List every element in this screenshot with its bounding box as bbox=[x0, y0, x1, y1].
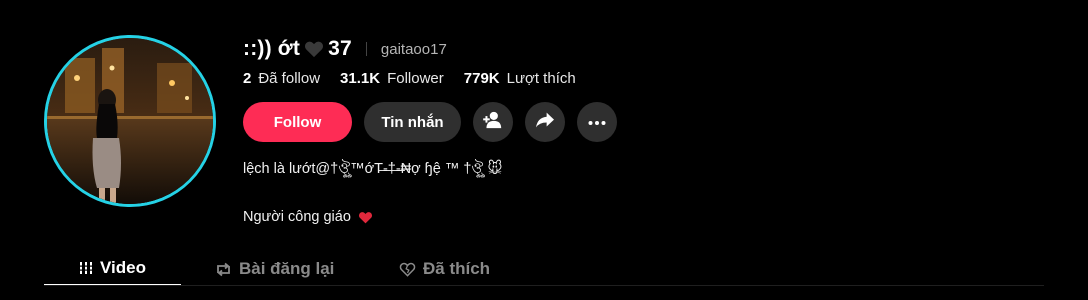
message-button[interactable]: Tin nhắn bbox=[364, 102, 461, 142]
followers-count: 31.1K bbox=[340, 70, 381, 87]
followers-stat[interactable]: 31.1K Follower bbox=[340, 70, 444, 87]
bio-line-2: Người công giáo bbox=[243, 209, 351, 225]
display-name: ::)) ớt bbox=[243, 37, 301, 60]
more-button[interactable] bbox=[577, 102, 617, 142]
repost-icon bbox=[215, 262, 232, 277]
display-name-suffix: 37 bbox=[328, 37, 352, 60]
share-button[interactable] bbox=[525, 102, 565, 142]
avatar-ring[interactable] bbox=[44, 35, 216, 207]
name-divider bbox=[365, 42, 367, 56]
tab-liked-label: Đã thích bbox=[423, 259, 491, 278]
bio-line-1: lệch là lướt@†ঔৣ™ớT̶-̶†̶-̶₦ợ ɧệ ™ †ঔৣ 🐭 bbox=[243, 161, 503, 177]
likes-count: 779K bbox=[463, 70, 500, 87]
stats-row: 2 Đã follow 31.1K Follower 779K Lượt thí… bbox=[243, 70, 629, 87]
suggest-account-button[interactable] bbox=[473, 102, 513, 142]
name-row: ::)) ớt 37 gaitaoo17 bbox=[243, 36, 629, 62]
tab-liked[interactable]: Đã thích bbox=[366, 252, 490, 286]
followers-label: Follower bbox=[387, 70, 444, 87]
tab-video-label: Video bbox=[100, 258, 146, 277]
follow-button[interactable]: Follow bbox=[243, 102, 352, 142]
share-arrow-icon bbox=[535, 111, 555, 134]
red-heart-icon bbox=[358, 211, 373, 224]
likes-stat: 779K Lượt thích bbox=[464, 70, 576, 87]
profile-tabs: Video Bài đăng lại Đã thích bbox=[44, 252, 490, 286]
tab-repost-label: Bài đăng lại bbox=[239, 259, 335, 278]
following-count: 2 bbox=[243, 70, 252, 87]
bio-line-2-row: Người công giáo bbox=[243, 209, 629, 225]
profile-page: ::)) ớt 37 gaitaoo17 2 Đã follow 31.1K F… bbox=[0, 0, 1088, 300]
heart-outline-icon bbox=[399, 262, 416, 277]
tab-repost[interactable]: Bài đăng lại bbox=[181, 252, 366, 286]
username: gaitaoo17 bbox=[380, 40, 447, 58]
more-dots-icon bbox=[588, 113, 606, 131]
add-person-icon bbox=[483, 111, 503, 134]
avatar-photo bbox=[47, 38, 213, 204]
likes-label: Lượt thích bbox=[506, 70, 576, 87]
profile-info: ::)) ớt 37 gaitaoo17 2 Đã follow 31.1K F… bbox=[243, 36, 629, 225]
following-label: Đã follow bbox=[258, 70, 321, 87]
action-row: Follow Tin nhắn bbox=[243, 102, 629, 142]
black-heart-icon bbox=[304, 40, 324, 58]
grid-icon bbox=[79, 261, 93, 275]
following-stat[interactable]: 2 Đã follow bbox=[243, 70, 320, 87]
tabs-divider bbox=[44, 285, 1044, 286]
avatar[interactable] bbox=[47, 38, 213, 204]
tab-video[interactable]: Video bbox=[44, 252, 181, 286]
